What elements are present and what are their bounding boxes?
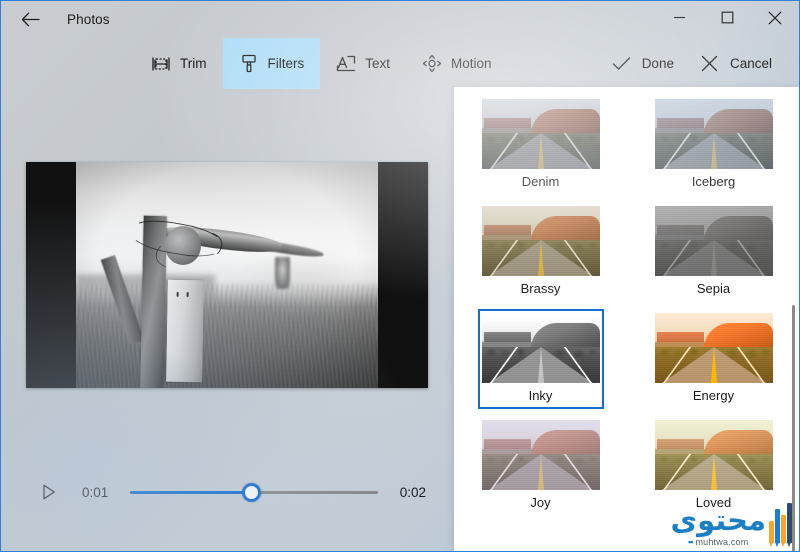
scene-vignette — [76, 162, 378, 388]
filter-item-joy[interactable]: Joy — [454, 416, 627, 523]
playback-bar: 0:01 0:02 — [26, 473, 426, 511]
pencil-blue — [775, 509, 780, 543]
filter-item-frame: Sepia — [651, 202, 777, 302]
pencil-navy — [787, 503, 792, 543]
filters-panel: Denim Iceberg Brassy Sepia Inky Energy Joy Love… — [454, 87, 799, 551]
tool-text-label: Text — [365, 56, 391, 71]
play-button[interactable] — [34, 477, 64, 507]
close-button[interactable] — [751, 1, 799, 34]
minimize-icon — [673, 16, 685, 19]
text-icon — [336, 54, 356, 74]
filter-item-sepia[interactable]: Sepia — [627, 202, 799, 309]
maximize-button[interactable] — [703, 1, 751, 34]
watermark-text-block: محتوى ▪▪ muhtwa.com — [670, 503, 766, 548]
tool-filters[interactable]: Filters — [222, 38, 321, 89]
filter-item-iceberg[interactable]: Iceberg — [627, 95, 799, 202]
filter-item-frame: Joy — [478, 416, 604, 516]
filter-thumbnail — [481, 420, 600, 490]
watermark-arabic-text: محتوى — [670, 503, 766, 537]
editor-command-bar: Trim Filters Text Motion Done Cancel — [1, 38, 799, 89]
back-arrow-icon — [21, 12, 40, 27]
editor-tool-group: Trim Filters Text Motion — [135, 38, 508, 89]
total-time-label: 0:02 — [399, 484, 426, 500]
filter-label: Denim — [521, 174, 560, 189]
tool-text[interactable]: Text — [320, 38, 406, 89]
pencil-tip — [781, 542, 785, 547]
tool-trim-label: Trim — [180, 56, 207, 71]
trim-icon — [151, 54, 171, 74]
checkmark-icon — [612, 54, 632, 74]
watermark: محتوى ▪▪ muhtwa.com — [645, 499, 792, 548]
thumb-grain — [481, 99, 600, 169]
tool-filters-label: Filters — [267, 56, 305, 71]
watermark-dots: ▪▪ — [688, 537, 693, 547]
done-label: Done — [641, 56, 674, 71]
thumb-grain — [481, 206, 600, 276]
filter-label: Iceberg — [691, 174, 736, 189]
filter-item-denim[interactable]: Denim — [454, 95, 627, 202]
close-icon — [768, 11, 782, 24]
thumb-grain — [654, 99, 773, 169]
photos-app-window: Photos Trim Filters Text Motion Done Can… — [0, 0, 800, 552]
motion-icon — [422, 54, 442, 74]
filters-panel-scrollbar[interactable] — [792, 305, 795, 551]
filter-thumbnail — [654, 99, 773, 169]
filters-grid: Denim Iceberg Brassy Sepia Inky Energy Joy Love… — [454, 87, 799, 523]
filter-thumbnail — [481, 99, 600, 169]
seek-thumb[interactable] — [242, 482, 262, 502]
filter-label: Energy — [692, 388, 735, 403]
caption-buttons — [655, 1, 799, 34]
filter-item-frame: Energy — [651, 309, 777, 409]
pencil-tip — [775, 542, 779, 547]
thumb-grain — [481, 420, 600, 490]
tool-motion[interactable]: Motion — [406, 38, 508, 89]
cancel-button[interactable]: Cancel — [687, 38, 785, 89]
filter-thumbnail — [654, 206, 773, 276]
thumb-grain — [654, 420, 773, 490]
pencil-tip — [787, 542, 791, 547]
filter-item-energy[interactable]: Energy — [627, 309, 799, 416]
filter-thumbnail — [654, 313, 773, 383]
filter-item-frame: Denim — [478, 95, 604, 195]
filter-item-frame: Iceberg — [651, 95, 777, 195]
maximize-icon — [721, 11, 733, 24]
cancel-label: Cancel — [729, 56, 772, 71]
seek-slider[interactable] — [130, 482, 378, 502]
filter-label: Joy — [530, 495, 551, 510]
filter-item-frame: Inky — [477, 309, 604, 409]
done-button[interactable]: Done — [599, 38, 687, 89]
filter-thumbnail — [481, 313, 600, 383]
thumb-grain — [654, 206, 773, 276]
video-frame — [76, 162, 378, 388]
cross-icon — [700, 54, 720, 74]
filter-thumbnail — [481, 206, 600, 276]
thumb-grain — [654, 313, 773, 383]
pencil-orange — [769, 521, 774, 543]
video-preview[interactable] — [26, 162, 428, 388]
current-time-label: 0:01 — [82, 484, 109, 500]
minimize-button[interactable] — [655, 1, 703, 34]
seek-fill — [130, 490, 252, 494]
watermark-pencils-icon — [769, 503, 792, 547]
thumb-grain — [481, 313, 600, 383]
filter-label: Inky — [528, 388, 553, 403]
pencil-tip — [769, 542, 773, 547]
filter-thumbnail — [654, 420, 773, 490]
watermark-domain: ▪▪ muhtwa.com — [688, 537, 748, 547]
filter-item-frame: Brassy — [478, 202, 604, 302]
editor-action-group: Done Cancel — [599, 38, 785, 89]
filter-item-brassy[interactable]: Brassy — [454, 202, 627, 309]
play-icon — [43, 484, 55, 500]
pencil-orange-2 — [781, 515, 786, 543]
back-button[interactable] — [7, 4, 53, 36]
filter-item-inky[interactable]: Inky — [454, 309, 627, 416]
watermark-domain-text: muhtwa.com — [695, 537, 749, 547]
title-bar: Photos — [1, 1, 799, 38]
window-title: Photos — [67, 12, 110, 27]
filters-brush-icon — [239, 54, 259, 74]
filter-label: Sepia — [696, 281, 731, 296]
tool-trim[interactable]: Trim — [135, 38, 223, 89]
filter-label: Brassy — [520, 281, 561, 296]
tool-motion-label: Motion — [451, 56, 492, 71]
